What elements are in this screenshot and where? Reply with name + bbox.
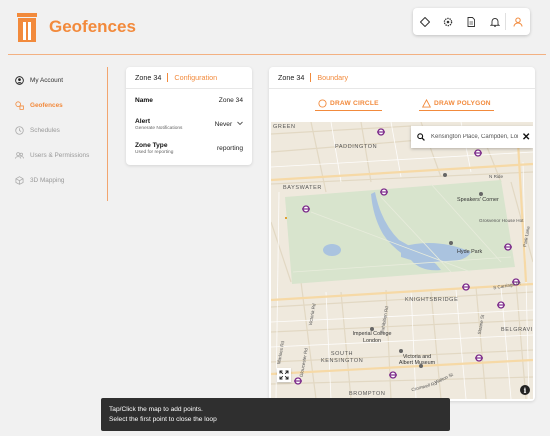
boundary-tabs: Zone 34 Boundary xyxy=(269,67,535,89)
alert-row: Alert Generate Notifications Never xyxy=(135,118,243,131)
zone-type-label: Zone Type Used for reporting xyxy=(135,142,173,155)
toolbar-divider xyxy=(505,13,506,30)
map-label-hyde-park: Hyde Park xyxy=(457,249,483,255)
map-label-belgravia: BELGRAVI xyxy=(501,327,533,333)
tab-configuration[interactable]: Configuration xyxy=(168,73,217,82)
alert-label: Alert Generate Notifications xyxy=(135,118,182,131)
diamond-button[interactable] xyxy=(413,8,436,35)
draw-tools: DRAW CIRCLE DRAW POLYGON xyxy=(269,97,535,111)
document-button[interactable] xyxy=(460,8,483,35)
triangle-icon xyxy=(422,99,431,108)
sidebar-item-geofences[interactable]: Geofences xyxy=(15,97,63,113)
fullscreen-icon xyxy=(279,370,289,380)
zone-type-field[interactable]: reporting xyxy=(217,145,243,155)
map-label-paddington: PADDINGTON xyxy=(335,144,378,150)
zone-type-row: Zone Type Used for reporting reporting xyxy=(135,142,243,155)
zone-name-tab[interactable]: Zone 34 xyxy=(135,73,169,82)
circle-icon xyxy=(318,99,327,108)
search-icon xyxy=(417,133,425,141)
account-circle-icon xyxy=(15,75,24,85)
bell-icon xyxy=(489,17,500,27)
tab-boundary[interactable]: Boundary xyxy=(311,73,348,82)
alert-select[interactable]: Never xyxy=(215,121,243,131)
map-label-knightsbridge: KNIGHTSBRIDGE xyxy=(405,297,459,303)
instruction-toast: Tap/Click the map to add points. Select … xyxy=(101,398,450,431)
gear-icon xyxy=(443,17,453,26)
draw-polygon-label: DRAW POLYGON xyxy=(434,100,491,107)
map-label-south-kensington: SOUTH KENSINGTON xyxy=(321,351,364,364)
chevron-down-icon xyxy=(237,121,243,126)
header-divider xyxy=(8,54,546,55)
zone-name-tab[interactable]: Zone 34 xyxy=(278,73,312,82)
name-row: Name Zone 34 xyxy=(135,97,243,104)
map-label-brompton: BROMPTON xyxy=(349,391,386,397)
sidebar-item-label: Schedules xyxy=(30,126,60,134)
sidebar-item-users-permissions[interactable]: Users & Permissions xyxy=(15,147,89,163)
fullscreen-button[interactable] xyxy=(277,368,291,382)
app-title: Geofences xyxy=(49,17,136,36)
name-value-field[interactable]: Zone 34 xyxy=(219,97,243,104)
map-search-input[interactable]: Kensington Place, Campden, London xyxy=(431,134,518,140)
geofence-icon xyxy=(15,100,24,110)
map-canvas[interactable]: GREEN PADDINGTON BAYSWATER Speakers' Cor… xyxy=(271,122,533,399)
name-label: Name xyxy=(135,97,153,104)
info-icon[interactable]: i xyxy=(520,385,530,395)
alert-sublabel: Generate Notifications xyxy=(135,126,183,131)
sidebar-item-my-account[interactable]: My Account xyxy=(15,72,63,88)
app-logo-icon xyxy=(17,13,37,42)
toolbar xyxy=(413,8,530,35)
configuration-panel: Zone 34 Configuration Name Zone 34 Alert… xyxy=(126,67,252,165)
clock-icon xyxy=(15,125,24,135)
profile-button[interactable] xyxy=(507,8,530,35)
cube-icon xyxy=(15,175,24,185)
draw-polygon-button[interactable]: DRAW POLYGON xyxy=(419,97,494,111)
settings-button[interactable] xyxy=(436,8,459,35)
sidebar: My Account Geofences Schedules Users & P… xyxy=(8,67,108,201)
notifications-button[interactable] xyxy=(483,8,506,35)
sidebar-item-schedules[interactable]: Schedules xyxy=(15,122,60,138)
draw-circle-button[interactable]: DRAW CIRCLE xyxy=(315,97,382,111)
sidebar-item-label: 3D Mapping xyxy=(30,176,65,184)
close-icon[interactable]: ✕ xyxy=(522,132,530,143)
boundary-panel: Zone 34 Boundary DRAW CIRCLE DRAW POLYGO… xyxy=(269,67,535,401)
map-label-grosvenor: Grosvenor House Hot xyxy=(479,218,524,223)
users-icon xyxy=(15,151,24,159)
map-label-green: GREEN xyxy=(273,124,296,130)
toast-line-1: Tap/Click the map to add points. xyxy=(109,406,203,413)
map-label-speakers-corner: Speakers' Corner xyxy=(457,197,499,203)
configuration-tabs: Zone 34 Configuration xyxy=(126,67,252,89)
alert-select-value: Never xyxy=(214,121,233,128)
map-label-va-museum: Victoria and Albert Museum xyxy=(398,354,436,366)
document-icon xyxy=(468,16,476,27)
sidebar-item-label: Geofences xyxy=(30,101,63,109)
toast-line-2: Select the first point to close the loop xyxy=(109,416,217,423)
map-label-bayswater: BAYSWATER xyxy=(283,185,322,191)
map-search-box[interactable]: Kensington Place, Campden, London ✕ xyxy=(411,126,533,148)
alert-title: Alert xyxy=(135,118,151,125)
sidebar-item-3d-mapping[interactable]: 3D Mapping xyxy=(15,172,64,188)
sidebar-item-label: My Account xyxy=(30,76,64,84)
map-label-n-ride: N Ride xyxy=(489,174,504,179)
zone-type-sublabel: Used for reporting xyxy=(135,150,174,155)
user-icon xyxy=(513,17,523,27)
draw-circle-label: DRAW CIRCLE xyxy=(330,100,379,107)
diamond-icon xyxy=(419,16,430,27)
sidebar-item-label: Users & Permissions xyxy=(30,151,90,159)
zone-type-title: Zone Type xyxy=(135,142,168,149)
map-label-imperial-college: Imperial College London xyxy=(352,331,392,344)
